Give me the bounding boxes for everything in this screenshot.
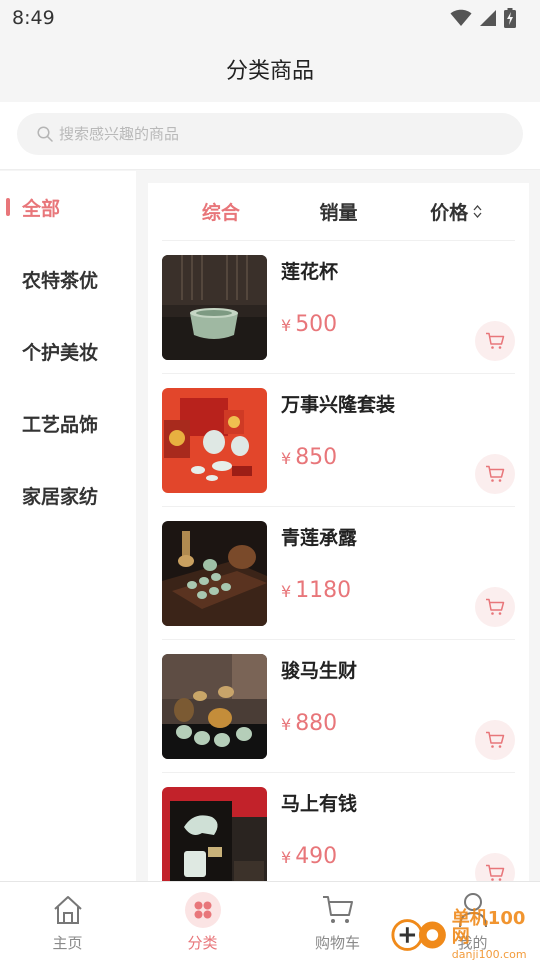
- add-to-cart-button[interactable]: [475, 719, 515, 760]
- product-price: ¥1180: [281, 578, 351, 603]
- cart-icon: [486, 332, 505, 349]
- product-image[interactable]: [162, 653, 267, 759]
- watermark-logo-icon: [391, 919, 446, 951]
- price-value: 1180: [295, 577, 352, 603]
- product-name: 马上有钱: [281, 792, 358, 815]
- sort-tab-comprehensive[interactable]: 综合: [162, 198, 280, 225]
- cart-icon: [486, 864, 505, 881]
- add-to-cart-button[interactable]: [475, 586, 515, 627]
- category-icon: [184, 892, 221, 928]
- tab-label: 分类: [187, 934, 218, 952]
- search-bar[interactable]: [17, 113, 523, 155]
- product-name: 万事兴隆套装: [281, 393, 396, 416]
- currency-symbol: ¥: [281, 714, 292, 734]
- header: 分类商品: [0, 36, 540, 102]
- cellular-signal-icon: [480, 10, 496, 26]
- category-item-personal-care[interactable]: 个护美妆: [0, 315, 136, 387]
- currency-symbol: ¥: [281, 581, 292, 601]
- cart-icon: [486, 465, 505, 482]
- category-label: 家居家纺: [22, 485, 99, 508]
- product-item[interactable]: 骏马生财 ¥880: [162, 640, 515, 773]
- page-title: 分类商品: [225, 59, 314, 84]
- price-value: 850: [295, 444, 338, 470]
- category-label: 工艺品饰: [22, 413, 99, 436]
- tab-label: 购物车: [314, 934, 360, 952]
- currency-symbol: ¥: [281, 315, 292, 335]
- category-label: 个护美妆: [22, 341, 99, 364]
- product-name: 青莲承露: [281, 526, 358, 549]
- site-watermark: 单机100网 danji100.com: [390, 908, 540, 960]
- product-price: ¥490: [281, 844, 337, 869]
- category-item-home-textiles[interactable]: 家居家纺: [0, 459, 136, 531]
- sort-updown-icon: [473, 205, 482, 218]
- price-value: 500: [295, 311, 338, 337]
- product-image[interactable]: [162, 387, 267, 493]
- product-item[interactable]: 青莲承露 ¥1180: [162, 507, 515, 640]
- category-label: 农特茶优: [22, 269, 99, 292]
- product-item[interactable]: 马上有钱 ¥490: [162, 773, 515, 881]
- tab-category[interactable]: 分类: [135, 882, 270, 960]
- status-bar: 8:49: [0, 0, 540, 36]
- product-price: ¥880: [281, 711, 337, 736]
- sort-tab-price[interactable]: 价格: [397, 198, 515, 225]
- product-name: 莲花杯: [281, 260, 339, 283]
- product-item[interactable]: 万事兴隆套装 ¥850: [162, 374, 515, 507]
- status-icons: [450, 8, 516, 28]
- price-value: 880: [295, 710, 338, 736]
- battery-charging-icon: [504, 8, 516, 28]
- tab-cart[interactable]: 购物车: [270, 882, 405, 960]
- price-value: 490: [295, 843, 338, 869]
- search-area: [0, 102, 540, 170]
- add-to-cart-button[interactable]: [475, 320, 515, 361]
- product-image[interactable]: [162, 786, 267, 881]
- category-item-crafts[interactable]: 工艺品饰: [0, 387, 136, 459]
- search-input[interactable]: [59, 125, 459, 143]
- currency-symbol: ¥: [281, 847, 292, 867]
- cart-icon: [486, 598, 505, 615]
- product-name: 骏马生财: [281, 659, 358, 682]
- product-item[interactable]: 莲花杯 ¥500: [162, 241, 515, 374]
- sort-label: 价格: [430, 202, 469, 224]
- status-time: 8:49: [12, 7, 55, 29]
- watermark-url: danji100.com: [451, 948, 527, 960]
- category-label: 全部: [22, 197, 61, 220]
- category-item-all[interactable]: 全部: [0, 171, 136, 243]
- add-to-cart-button[interactable]: [475, 453, 515, 494]
- sort-bar: 综合 销量 价格: [162, 183, 515, 241]
- search-icon: [37, 126, 53, 142]
- product-image[interactable]: [162, 520, 267, 626]
- currency-symbol: ¥: [281, 448, 292, 468]
- category-sidebar: 全部 农特茶优 个护美妆 工艺品饰 家居家纺: [0, 171, 136, 881]
- home-icon: [53, 896, 82, 924]
- add-to-cart-button[interactable]: [475, 852, 515, 881]
- tab-label: 主页: [52, 934, 83, 952]
- tab-home[interactable]: 主页: [0, 882, 135, 960]
- cart-icon: [322, 896, 353, 923]
- category-item-agri-tea[interactable]: 农特茶优: [0, 243, 136, 315]
- product-price: ¥850: [281, 445, 337, 470]
- cart-icon: [486, 731, 505, 748]
- product-image[interactable]: [162, 254, 267, 360]
- sort-label: 综合: [201, 202, 240, 224]
- product-price: ¥500: [281, 312, 337, 337]
- watermark-text: 单机100网: [451, 908, 526, 947]
- wifi-icon: [450, 9, 472, 26]
- product-panel: 综合 销量 价格 莲花杯 ¥500 万事兴隆套装 ¥ 850 青莲承露 ¥ 11…: [148, 183, 529, 881]
- sort-tab-sales[interactable]: 销量: [280, 198, 398, 225]
- sort-label: 销量: [319, 202, 358, 224]
